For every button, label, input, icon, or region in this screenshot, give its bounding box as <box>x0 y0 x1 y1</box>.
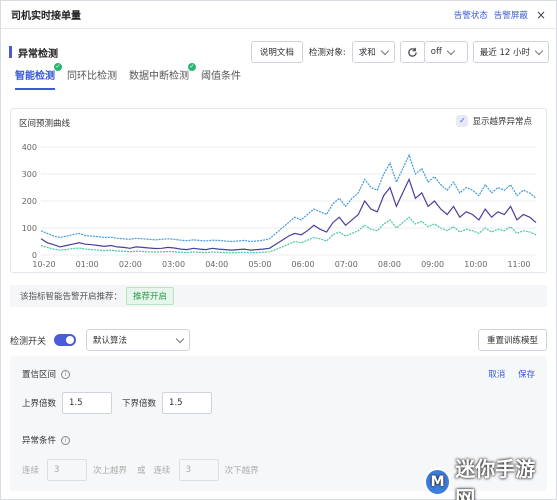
x-tick-label: 10:00 <box>464 260 487 269</box>
refresh-button[interactable] <box>399 41 425 63</box>
y-tick-label: 400 <box>22 143 37 152</box>
x-tick-label: 01:00 <box>76 260 99 269</box>
detection-tabs: 智能检测 ✓ 同环比检测 数据中断检测 ✓ 阈值条件 <box>15 63 253 95</box>
x-tick-label: 05:00 <box>248 260 271 269</box>
tab-label: 智能检测 <box>15 71 55 82</box>
chevron-down-icon <box>380 46 390 55</box>
recommend-bar: 该指标智能告警开启推荐： 推荐开启 <box>10 285 547 307</box>
doc-button[interactable]: 说明文档 <box>250 41 303 63</box>
window-title: 司机实时接单量 <box>11 11 81 22</box>
lower-label: 下界倍数 <box>122 399 157 409</box>
switch-label: 检测开关 <box>10 336 47 347</box>
y-tick-label: 100 <box>22 224 37 233</box>
watermark-logo: M <box>424 468 452 496</box>
cancel-button[interactable]: 取消 <box>488 370 505 380</box>
check-icon: ✓ <box>54 63 62 71</box>
site-watermark: M 迷你手游网 <box>424 457 552 500</box>
section-header: 异常检测 说明文档 检测对象: 求和 off 最近 12 小时 <box>9 41 549 63</box>
chevron-down-icon <box>534 46 544 55</box>
time-range-value: 最近 12 小时 <box>479 48 530 58</box>
x-tick-label: 04:00 <box>205 260 228 269</box>
anomaly-condition-row: 连续 3 次上越界 或 连续 3 次下越界 <box>22 459 259 481</box>
recommend-text: 该指标智能告警开启推荐： <box>20 292 123 302</box>
auto-refresh-value: off <box>430 47 442 57</box>
x-tick-label: 09:00 <box>421 260 444 269</box>
upper-label: 上界倍数 <box>22 399 57 409</box>
show-anomaly-checkbox[interactable]: ✓ 显示越界异常点 <box>456 115 532 127</box>
x-tick-label: 10-20 <box>32 260 55 269</box>
bounds-row: 上界倍数 1.5 下界倍数 1.5 <box>22 392 213 414</box>
tab-period-compare[interactable]: 同环比检测 <box>67 67 117 88</box>
checkbox-check-icon: ✓ <box>456 115 469 127</box>
x-tick-label: 06:00 <box>292 260 315 269</box>
show-anomaly-label: 显示越界异常点 <box>472 117 532 127</box>
alert-status-link[interactable]: 告警状态 <box>454 9 488 21</box>
target-select-value: 求和 <box>358 48 376 58</box>
prediction-chart: 0 100 200 300 400 10-20 01:00 02:00 03:00 04:00 05… <box>22 143 537 269</box>
y-tick-label: 300 <box>22 170 37 179</box>
alert-mute-link[interactable]: 告警屏蔽 <box>494 9 528 21</box>
confidence-title: 置信区间 i <box>22 368 71 380</box>
section-accent-bar <box>9 46 12 58</box>
confidence-title-text: 置信区间 <box>22 370 57 380</box>
x-tick-label: 11:00 <box>507 260 530 269</box>
upper-count-input[interactable]: 3 <box>47 459 88 481</box>
algorithm-value: 默认算法 <box>93 336 128 346</box>
consecutive-label: 连续 <box>153 466 171 476</box>
auto-refresh-select[interactable]: off <box>423 41 468 63</box>
close-icon[interactable]: × <box>536 8 546 22</box>
consecutive-label: 连续 <box>22 466 40 476</box>
tab-threshold[interactable]: 阈值条件 <box>201 67 241 88</box>
below-label: 次下越界 <box>224 466 259 476</box>
y-tick-label: 200 <box>22 197 37 206</box>
anomaly-title-text: 异常条件 <box>22 436 57 446</box>
tab-data-interrupt[interactable]: 数据中断检测 ✓ <box>129 63 196 88</box>
tab-smart-detection[interactable]: 智能检测 ✓ <box>15 63 62 90</box>
x-tick-label: 03:00 <box>162 260 185 269</box>
chevron-down-icon <box>175 334 185 343</box>
upper-bound-line <box>40 153 537 243</box>
detection-toggle[interactable] <box>54 334 77 346</box>
info-icon[interactable]: i <box>61 435 71 445</box>
actual-value-line <box>40 177 537 251</box>
target-select[interactable]: 求和 <box>351 41 395 63</box>
section-title: 异常检测 <box>18 48 58 60</box>
check-icon: ✓ <box>188 63 196 71</box>
tab-label: 同环比检测 <box>67 71 117 82</box>
or-label: 或 <box>137 466 146 476</box>
target-label: 检测对象: <box>308 48 346 58</box>
retrain-button[interactable]: 重置训练模型 <box>477 329 547 351</box>
upper-multiplier-input[interactable]: 1.5 <box>62 392 113 414</box>
detection-switch-row: 检测开关 默认算法 重置训练模型 <box>10 329 547 351</box>
algorithm-select[interactable]: 默认算法 <box>86 329 191 351</box>
form-actions: 取消 保存 <box>478 368 535 380</box>
time-range-select[interactable]: 最近 12 小时 <box>472 41 549 63</box>
alert-config-window: 司机实时接单量 告警状态 告警屏蔽 × 异常检测 说明文档 检测对象: 求和 o… <box>0 0 557 500</box>
x-tick-label: 02:00 <box>119 260 142 269</box>
info-icon[interactable]: i <box>61 369 71 379</box>
anomaly-title: 异常条件 i <box>22 434 71 446</box>
x-tick-label: 07:00 <box>335 260 358 269</box>
title-bar: 司机实时接单量 告警状态 告警屏蔽 × <box>1 1 556 29</box>
lower-count-input[interactable]: 3 <box>178 459 219 481</box>
refresh-icon <box>408 47 417 57</box>
tab-label: 数据中断检测 <box>129 71 189 82</box>
tab-label: 阈值条件 <box>201 71 241 82</box>
chart-title: 区间预测曲线 <box>19 119 71 129</box>
lower-multiplier-input[interactable]: 1.5 <box>162 392 213 414</box>
chevron-down-icon <box>446 46 456 55</box>
y-tick-label: 0 <box>32 251 37 260</box>
above-label: 次上越界 <box>93 466 128 476</box>
watermark-text: 迷你手游网 <box>455 457 536 500</box>
toggle-knob <box>66 336 75 344</box>
recommend-pill[interactable]: 推荐开启 <box>126 287 175 305</box>
prediction-chart-panel: 区间预测曲线 ✓ 显示越界异常点 0 100 200 300 400 10-20 01:00… <box>10 108 547 273</box>
x-tick-label: 08:00 <box>378 260 401 269</box>
save-button[interactable]: 保存 <box>518 370 535 380</box>
